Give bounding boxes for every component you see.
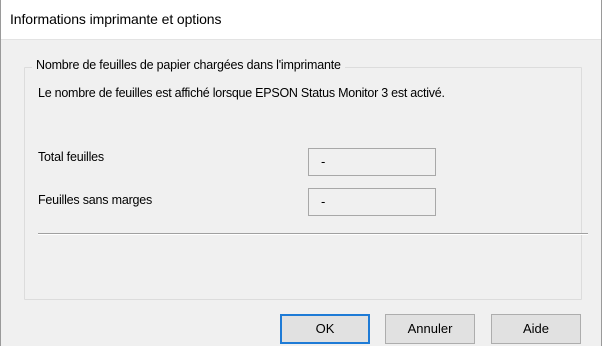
printer-info-dialog: Informations imprimante et options Nombr… [0, 0, 602, 346]
group-legend: Nombre de feuilles de papier chargées da… [32, 58, 345, 72]
paper-count-group [24, 67, 582, 300]
separator [38, 233, 588, 235]
total-sheets-label: Total feuilles [38, 150, 104, 164]
borderless-sheets-value: - [308, 188, 436, 216]
window-title: Informations imprimante et options [10, 11, 222, 27]
help-button[interactable]: Aide [491, 314, 581, 344]
total-sheets-value: - [308, 148, 436, 176]
ok-button[interactable]: OK [280, 314, 370, 344]
borderless-sheets-label: Feuilles sans marges [38, 193, 153, 207]
info-text: Le nombre de feuilles est affiché lorsqu… [38, 86, 445, 100]
cancel-button[interactable]: Annuler [385, 314, 475, 344]
title-bar[interactable]: Informations imprimante et options [1, 0, 601, 40]
